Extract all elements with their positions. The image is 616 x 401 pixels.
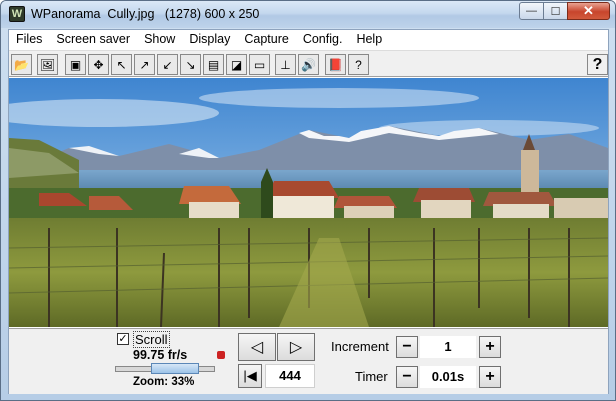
plus-icon: +: [485, 368, 495, 385]
book-button[interactable]: 📕: [325, 54, 346, 75]
plus-icon: +: [485, 338, 495, 355]
frame-position-field[interactable]: 444: [265, 364, 315, 388]
frame-button[interactable]: ▣: [65, 54, 86, 75]
control-panel: ✓ Scroll 99.75 fr/s Zoom: 33% ◁ ▷ |◀ 444…: [9, 328, 608, 394]
zoom-slider-thumb[interactable]: [151, 363, 199, 374]
picture-icon: 🖼: [39, 57, 56, 72]
timer-minus-button[interactable]: −: [396, 366, 418, 388]
frame-icon: ▣: [69, 57, 82, 72]
panorama-image: [9, 78, 608, 327]
zoom-label: Zoom: 33%: [133, 376, 195, 388]
title-bar[interactable]: W WPanorama Cully.jpg (1278) 600 x 250 —…: [1, 1, 615, 28]
panorama-viewer[interactable]: [9, 78, 608, 327]
triangle-left-icon: ◁: [250, 339, 264, 356]
menu-capture[interactable]: Capture: [237, 30, 295, 49]
arrow-out-icon: ↗: [139, 57, 150, 72]
arrow-up-left-button[interactable]: ↖: [111, 54, 132, 75]
help-book-icon: ?: [355, 57, 362, 72]
triangle-right-icon: ▷: [289, 339, 303, 356]
toolbar: 📂 🖼 ▣ ✥ ↖ ↗ ↙ ↘ ▤ ◪ ▭ ⊥ 🔊 📕 ? ?: [9, 50, 608, 77]
fit-screen-button[interactable]: ▤: [203, 54, 224, 75]
move-button[interactable]: ✥: [88, 54, 109, 75]
move-icon: ✥: [93, 57, 104, 72]
fps-readout: 99.75 fr/s: [133, 348, 188, 362]
scroll-label[interactable]: Scroll: [133, 331, 170, 348]
increment-plus-button[interactable]: +: [479, 336, 501, 358]
window-title: WPanorama Cully.jpg (1278) 600 x 250: [31, 7, 260, 21]
close-button[interactable]: ✕: [567, 2, 610, 20]
arrow-in-icon: ↙: [162, 57, 173, 72]
open-icon: 📂: [14, 57, 29, 72]
width-button[interactable]: ▭: [249, 54, 270, 75]
timer-plus-button[interactable]: +: [479, 366, 501, 388]
increment-field[interactable]: 1: [420, 336, 476, 358]
skip-start-icon: |◀: [243, 368, 257, 383]
height-icon: ⊥: [280, 57, 291, 72]
minus-icon: −: [402, 368, 412, 385]
arrow-out-button[interactable]: ↗: [134, 54, 155, 75]
sound-button[interactable]: 🔊: [298, 54, 319, 75]
maximize-icon: ☐: [550, 5, 561, 18]
record-icon[interactable]: [217, 351, 225, 359]
stretch-button[interactable]: ◪: [226, 54, 247, 75]
help-button[interactable]: ?: [587, 54, 608, 75]
increment-label: Increment: [331, 339, 389, 354]
menu-help[interactable]: Help: [349, 30, 389, 49]
stretch-icon: ◪: [230, 57, 243, 72]
menu-show[interactable]: Show: [137, 30, 182, 49]
arrow-down-right-icon: ↘: [185, 57, 196, 72]
menu-bar: Files Screen saver Show Display Capture …: [9, 30, 608, 49]
next-button[interactable]: ▷: [277, 333, 315, 361]
minus-icon: −: [402, 338, 412, 355]
increment-minus-button[interactable]: −: [396, 336, 418, 358]
app-icon[interactable]: W: [9, 6, 25, 22]
height-button[interactable]: ⊥: [275, 54, 296, 75]
menu-screen-saver[interactable]: Screen saver: [49, 30, 137, 49]
timer-label: Timer: [355, 369, 388, 384]
question-icon: ?: [592, 55, 603, 73]
arrow-in-button[interactable]: ↙: [157, 54, 178, 75]
book-icon: 📕: [328, 57, 343, 72]
minimize-icon: —: [526, 5, 537, 17]
maximize-button[interactable]: ☐: [543, 2, 568, 20]
width-icon: ▭: [253, 57, 266, 72]
timer-field[interactable]: 0.01s: [420, 366, 476, 388]
scroll-checkbox[interactable]: ✓: [117, 333, 129, 345]
sound-icon: 🔊: [301, 57, 316, 72]
open-button[interactable]: 📂: [11, 54, 32, 75]
go-start-button[interactable]: |◀: [238, 364, 262, 388]
fit-screen-icon: ▤: [207, 57, 220, 72]
help-book-button[interactable]: ?: [348, 54, 369, 75]
arrow-up-left-icon: ↖: [116, 57, 127, 72]
menu-display[interactable]: Display: [182, 30, 237, 49]
picture-button[interactable]: 🖼: [37, 54, 58, 75]
app-window: W WPanorama Cully.jpg (1278) 600 x 250 —…: [0, 0, 616, 401]
client-area: Files Screen saver Show Display Capture …: [8, 29, 609, 394]
previous-button[interactable]: ◁: [238, 333, 276, 361]
close-icon: ✕: [583, 3, 594, 18]
menu-config[interactable]: Config.: [296, 30, 350, 49]
menu-files[interactable]: Files: [9, 30, 49, 49]
arrow-down-right-button[interactable]: ↘: [180, 54, 201, 75]
minimize-button[interactable]: —: [519, 2, 544, 20]
